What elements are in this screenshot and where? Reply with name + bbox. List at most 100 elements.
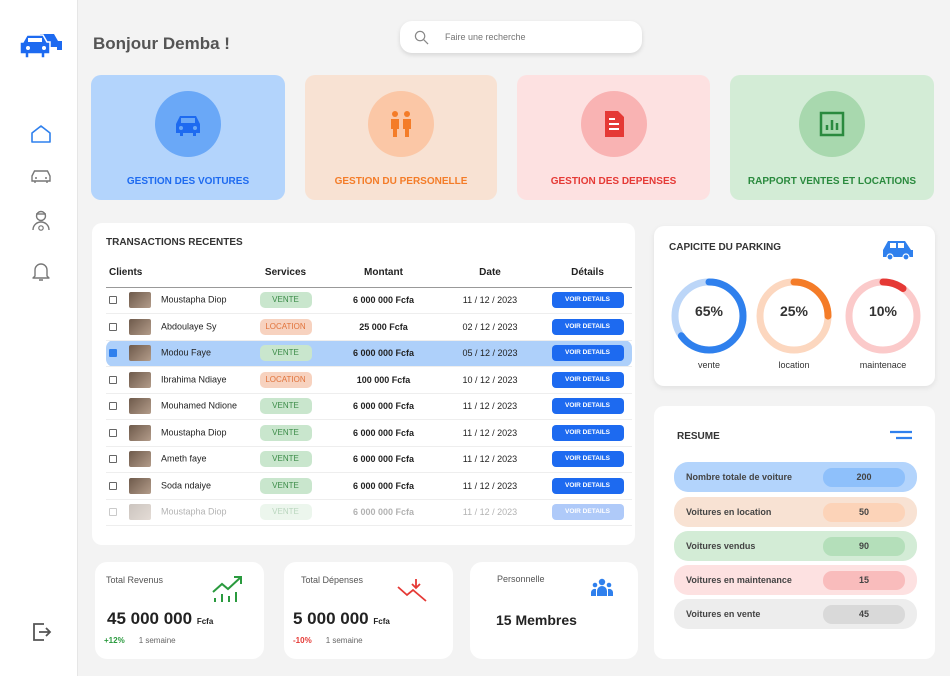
row-checkbox[interactable] (109, 375, 117, 384)
cars-logo-icon[interactable] (20, 30, 66, 60)
stat-unit: Fcfa (373, 617, 390, 626)
date-cell: 11 / 12 / 2023 (437, 472, 543, 500)
header-date: Date (437, 259, 543, 288)
date-cell: 05 / 12 / 2023 (437, 340, 543, 367)
client-cell: Moustapha Diop (106, 419, 241, 447)
table-row[interactable]: Ameth faye VENTE 6 000 000 Fcfa 11 / 12 / 2… (106, 446, 632, 473)
amount-cell: 6 000 000 Fcfa (330, 472, 437, 500)
resume-label: Voitures en maintenance (686, 575, 792, 585)
table-row[interactable]: Modou Faye VENTE 6 000 000 Fcfa 05 / 12 / 2… (106, 340, 632, 367)
total-depenses-card: Total Dépenses 5 000 000 Fcfa -10% 1 sema… (284, 562, 453, 659)
client-name: Mouhamed Ndione (161, 400, 238, 411)
row-checkbox[interactable] (109, 455, 117, 464)
row-checkbox[interactable] (109, 402, 117, 411)
amount-cell: 100 000 Fcfa (330, 366, 437, 394)
service-badge: VENTE (259, 424, 312, 441)
avatar (129, 424, 151, 441)
service-cell: VENTE (241, 419, 330, 447)
voir-details-button[interactable]: VOIR DETAILS (551, 451, 624, 468)
service-badge: LOCATION (259, 371, 312, 388)
transactions-table: Clients Services Montant Date Détails Mo… (106, 259, 632, 526)
avatar (129, 345, 151, 362)
service-cell: VENTE (241, 472, 330, 500)
card-gestion-voitures[interactable]: GESTION DES VOITURES (91, 75, 285, 200)
row-checkbox[interactable] (109, 481, 117, 490)
table-row[interactable]: Moustapha Diop VENTE 6 000 000 Fcfa 11 / 12… (106, 499, 632, 526)
table-row[interactable]: Moustapha Diop VENTE 6 000 000 Fcfa 11 / 12… (106, 287, 632, 314)
avatar (129, 451, 151, 468)
avatar (129, 477, 151, 494)
avatar (129, 398, 151, 415)
row-checkbox[interactable] (109, 508, 117, 517)
service-badge: VENTE (259, 292, 312, 309)
stat-amount: 45 000 000 Fcfa (107, 609, 213, 629)
table-row[interactable]: Soda ndaiye VENTE 6 000 000 Fcfa 11 / 12 / … (106, 472, 632, 500)
client-cell: Ibrahima Ndiaye (106, 366, 241, 394)
search-input[interactable] (445, 32, 605, 42)
client-cell: Ameth faye (106, 446, 241, 473)
date-cell: 10 / 12 / 2023 (437, 366, 543, 394)
bell-icon[interactable] (28, 258, 54, 284)
row-checkbox[interactable] (109, 322, 117, 331)
resume-value: 15 (823, 570, 905, 590)
avatar (129, 318, 151, 335)
menu-lines-icon[interactable] (890, 430, 912, 440)
resume-label: Voitures en location (686, 507, 772, 517)
car-nav-icon[interactable] (28, 162, 54, 188)
card-label: GESTION DES VOITURES (126, 176, 250, 187)
amount-cell: 25 000 Fcfa (330, 313, 437, 341)
voir-details-button[interactable]: VOIR DETAILS (551, 371, 624, 388)
details-cell: VOIR DETAILS (543, 313, 632, 341)
search-bar[interactable] (400, 21, 642, 53)
voir-details-button[interactable]: VOIR DETAILS (551, 318, 624, 335)
voir-details-button[interactable]: VOIR DETAILS (551, 398, 624, 415)
logout-icon[interactable] (28, 619, 54, 645)
amount-cell: 6 000 000 Fcfa (330, 393, 437, 420)
voir-details-button[interactable]: VOIR DETAILS (551, 345, 624, 362)
service-badge: VENTE (259, 504, 312, 521)
row-checkbox[interactable] (109, 296, 117, 305)
trend-down-icon (397, 579, 427, 602)
service-badge: VENTE (259, 398, 312, 415)
transactions-panel: TRANSACTIONS RECENTES Clients Services M… (92, 223, 635, 545)
table-row[interactable]: Ibrahima Ndiaye LOCATION 100 000 Fcfa 10 / … (106, 366, 632, 394)
voir-details-button[interactable]: VOIR DETAILS (551, 477, 624, 494)
date-cell: 11 / 12 / 2023 (437, 287, 543, 314)
client-cell: Moustapha Diop (106, 287, 241, 314)
driver-icon[interactable] (28, 208, 54, 234)
gauge-value: 25% (779, 303, 809, 319)
header-montant: Montant (330, 259, 437, 288)
home-icon[interactable] (28, 121, 54, 147)
resume-value: 90 (823, 536, 905, 556)
card-gestion-depenses[interactable]: GESTION DES DEPENSES (517, 75, 710, 200)
client-name: Moustapha Diop (161, 506, 227, 517)
row-checkbox[interactable] (109, 428, 117, 437)
resume-value: 200 (823, 467, 905, 487)
parking-gauge: 10% (843, 276, 923, 356)
stat-amount-value: 45 000 000 (107, 609, 193, 628)
table-row[interactable]: Mouhamed Ndione VENTE 6 000 000 Fcfa 11 / 1… (106, 393, 632, 420)
voir-details-button[interactable]: VOIR DETAILS (551, 292, 624, 309)
service-badge: LOCATION (259, 318, 312, 335)
resume-label: Voitures vendus (686, 541, 756, 551)
parking-panel: CAPICITE DU PARKING 65% vente 25% location 1… (654, 226, 935, 386)
service-cell: LOCATION (241, 313, 330, 341)
stat-footer: -10% 1 semaine (293, 636, 363, 645)
row-checkbox[interactable] (109, 349, 117, 358)
date-cell: 02 / 12 / 2023 (437, 313, 543, 341)
client-cell: Soda ndaiye (106, 472, 241, 500)
card-icon-circle (799, 91, 865, 157)
parking-gauge: 65% (669, 276, 749, 356)
table-row[interactable]: Moustapha Diop VENTE 6 000 000 Fcfa 11 / 12… (106, 419, 632, 447)
gauge-label: vente (697, 360, 721, 370)
card-gestion-personnel[interactable]: GESTION DU PERSONELLE (305, 75, 497, 200)
voir-details-button[interactable]: VOIR DETAILS (551, 424, 624, 441)
card-rapport-ventes[interactable]: RAPPORT VENTES ET LOCATIONS (730, 75, 934, 200)
client-name: Ibrahima Ndiaye (161, 374, 227, 385)
resume-row: Voitures en maintenance 15 (674, 565, 917, 595)
stat-amount: 5 000 000 Fcfa (293, 609, 390, 629)
table-row[interactable]: Abdoulaye Sy LOCATION 25 000 Fcfa 02 / 12 /… (106, 313, 632, 341)
voir-details-button[interactable]: VOIR DETAILS (551, 504, 624, 521)
amount-cell: 6 000 000 Fcfa (330, 446, 437, 473)
date-cell: 11 / 12 / 2023 (437, 419, 543, 447)
